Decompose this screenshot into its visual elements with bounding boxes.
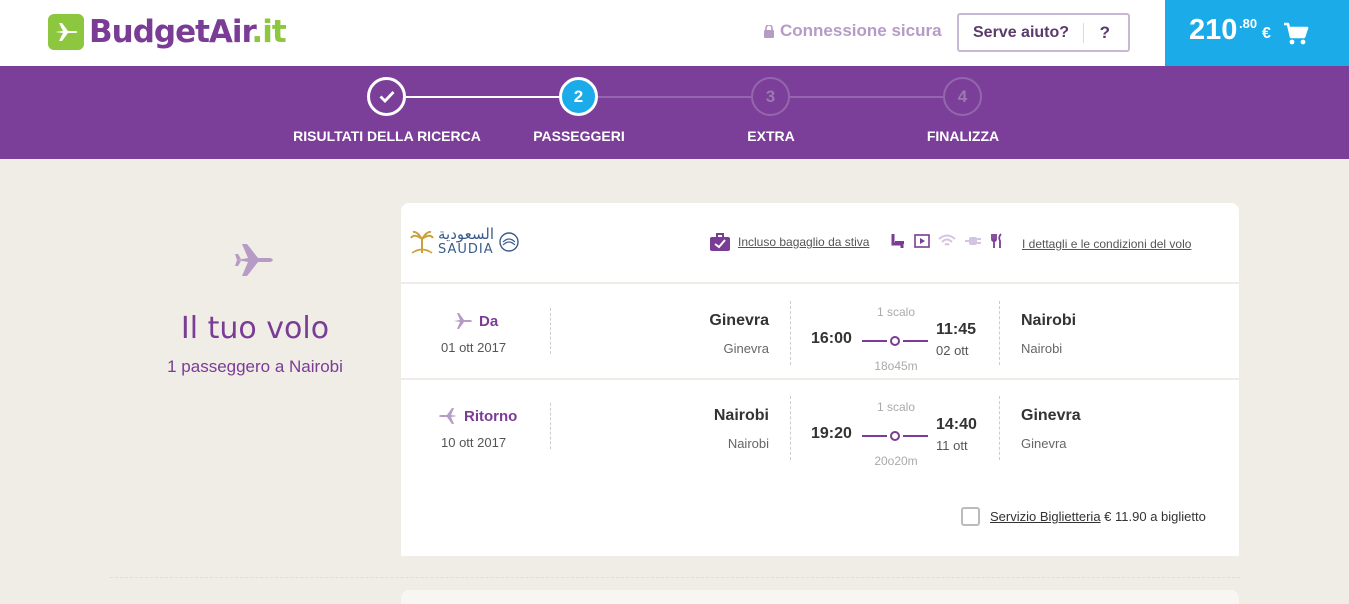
ticket-service-link[interactable]: Servizio Biglietteria xyxy=(990,509,1101,524)
divider xyxy=(550,308,551,354)
departure-city: Nairobi xyxy=(713,407,769,424)
departure-time: 19:20 xyxy=(811,425,852,442)
arrival-airport: Ginevra xyxy=(1021,436,1067,451)
step-3-circle: 3 xyxy=(751,77,790,116)
cart-total-button[interactable]: 210 .80 € xyxy=(1165,0,1349,66)
passenger-summary: 1 passeggero a Nairobi xyxy=(167,357,343,376)
airline-arabic-name: السعودية xyxy=(438,225,495,243)
section-divider xyxy=(110,577,1240,578)
plane-icon xyxy=(454,313,472,329)
divider xyxy=(790,301,791,365)
flight-duration: 20o20m xyxy=(874,454,918,468)
step-connector xyxy=(598,96,752,98)
departure-time: 16:00 xyxy=(811,330,852,347)
logo-wordmark: BudgetAir.it xyxy=(89,14,287,50)
baggage-check-icon xyxy=(710,233,730,251)
ticket-service-option: Servizio Biglietteria € 11.90 a bigliett… xyxy=(961,507,1206,526)
departure-city: Ginevra xyxy=(709,312,769,329)
flight-duration: 18o45m xyxy=(874,359,918,373)
departure-airport: Nairobi xyxy=(727,436,769,451)
header: BudgetAir.it Connessione sicura Serve ai… xyxy=(0,0,1349,66)
plane-logo-icon xyxy=(48,14,84,50)
amenities xyxy=(890,233,1004,249)
divider xyxy=(999,396,1000,460)
progress-steps: 2 3 4 RISULTATI DELLA RICERCA PASSEGGERI… xyxy=(0,66,1349,159)
arrival-city-block: Ginevra Ginevra xyxy=(1021,407,1081,451)
divider xyxy=(550,403,551,449)
direction-label: Ritorno xyxy=(464,407,518,425)
question-icon: ? xyxy=(1099,22,1110,42)
departure-city-block: Nairobi Nairobi xyxy=(714,407,769,451)
arrival-city: Nairobi xyxy=(1021,312,1077,329)
skyteam-icon xyxy=(499,232,519,252)
leg-date: 10 ott 2017 xyxy=(441,435,507,450)
meal-icon xyxy=(991,233,1002,248)
secure-label: Connessione sicura xyxy=(780,21,942,40)
power-plug-icon xyxy=(965,237,981,245)
palm-swords-emblem-icon xyxy=(410,230,434,254)
cart-amount: 210 xyxy=(1189,14,1238,46)
step-connector xyxy=(790,96,944,98)
cart-currency: € xyxy=(1262,25,1271,42)
lock-icon xyxy=(764,24,774,38)
step-1-circle[interactable] xyxy=(367,77,406,116)
divider xyxy=(999,301,1000,365)
ticket-service-checkbox[interactable] xyxy=(961,507,980,526)
stops-count: 1 scalo xyxy=(876,305,916,319)
step-3-label: EXTRA xyxy=(747,128,795,144)
budgetair-logo[interactable]: BudgetAir.it xyxy=(48,14,287,50)
cart-icon xyxy=(1284,22,1309,45)
divider xyxy=(790,396,791,460)
arrival-date: 11 ott xyxy=(936,438,968,453)
entertainment-icon xyxy=(914,234,930,248)
departure-city-block: Ginevra Ginevra xyxy=(709,312,769,356)
flight-details-link[interactable]: I dettagli e le condizioni del volo xyxy=(1022,237,1191,251)
plane-icon xyxy=(235,244,273,276)
arrival-time: 11:45 xyxy=(936,321,977,338)
baggage-link[interactable]: Incluso bagaglio da stiva xyxy=(738,235,869,249)
checkmark-icon xyxy=(379,91,395,103)
plane-return-icon xyxy=(439,408,457,424)
saudia-logo: السعودية SAUDIA xyxy=(410,227,520,257)
wifi-icon xyxy=(938,234,956,246)
arrival-date: 02 ott xyxy=(936,343,969,358)
step-4-circle: 4 xyxy=(943,77,982,116)
step-connector xyxy=(406,96,560,98)
route-line xyxy=(862,336,928,346)
help-label: Serve aiuto? xyxy=(973,23,1070,41)
seat-icon xyxy=(891,234,904,248)
help-divider xyxy=(1083,23,1084,43)
step-1-label[interactable]: RISULTATI DELLA RICERCA xyxy=(277,128,497,144)
cart-decimals: .80 xyxy=(1239,16,1258,31)
arrival-city: Ginevra xyxy=(1021,407,1081,424)
route-line xyxy=(862,431,928,441)
step-4-label: FINALIZZA xyxy=(926,128,1000,144)
your-flight-title: Il tuo volo xyxy=(180,311,330,346)
step-2-circle: 2 xyxy=(559,77,598,116)
secure-connection: Connessione sicura xyxy=(764,21,942,41)
stopover-icon xyxy=(890,431,900,441)
arrival-city-block: Nairobi Nairobi xyxy=(1021,312,1076,356)
next-section-card xyxy=(401,590,1239,604)
return-leg: Ritorno 10 ott 2017 Nairobi Nairobi 1 sc… xyxy=(401,381,1239,475)
leg-direction-title: Ritorno xyxy=(438,407,517,425)
help-button[interactable]: Serve aiuto? ? xyxy=(957,13,1130,52)
arrival-time: 14:40 xyxy=(936,416,977,433)
leg-direction-title: Da xyxy=(453,312,498,330)
leg-date: 01 ott 2017 xyxy=(441,340,507,355)
step-2-label: PASSEGGERI xyxy=(533,128,625,144)
checked-baggage-info[interactable]: Incluso bagaglio da stiva xyxy=(710,233,869,251)
departure-airport: Ginevra xyxy=(723,341,769,356)
stops-count: 1 scalo xyxy=(876,400,916,414)
ticket-service-price: € 11.90 a biglietto xyxy=(1104,509,1206,524)
flight-card-header: السعودية SAUDIA Incluso bagaglio da stiv… xyxy=(401,203,1239,284)
arrival-airport: Nairobi xyxy=(1021,341,1063,356)
stopover-icon xyxy=(890,336,900,346)
flight-card: السعودية SAUDIA Incluso bagaglio da stiv… xyxy=(401,203,1239,556)
airline-name: SAUDIA xyxy=(438,242,494,257)
direction-label: Da xyxy=(479,312,499,330)
outbound-leg: Da 01 ott 2017 Ginevra Ginevra 1 scalo 1… xyxy=(401,286,1239,380)
